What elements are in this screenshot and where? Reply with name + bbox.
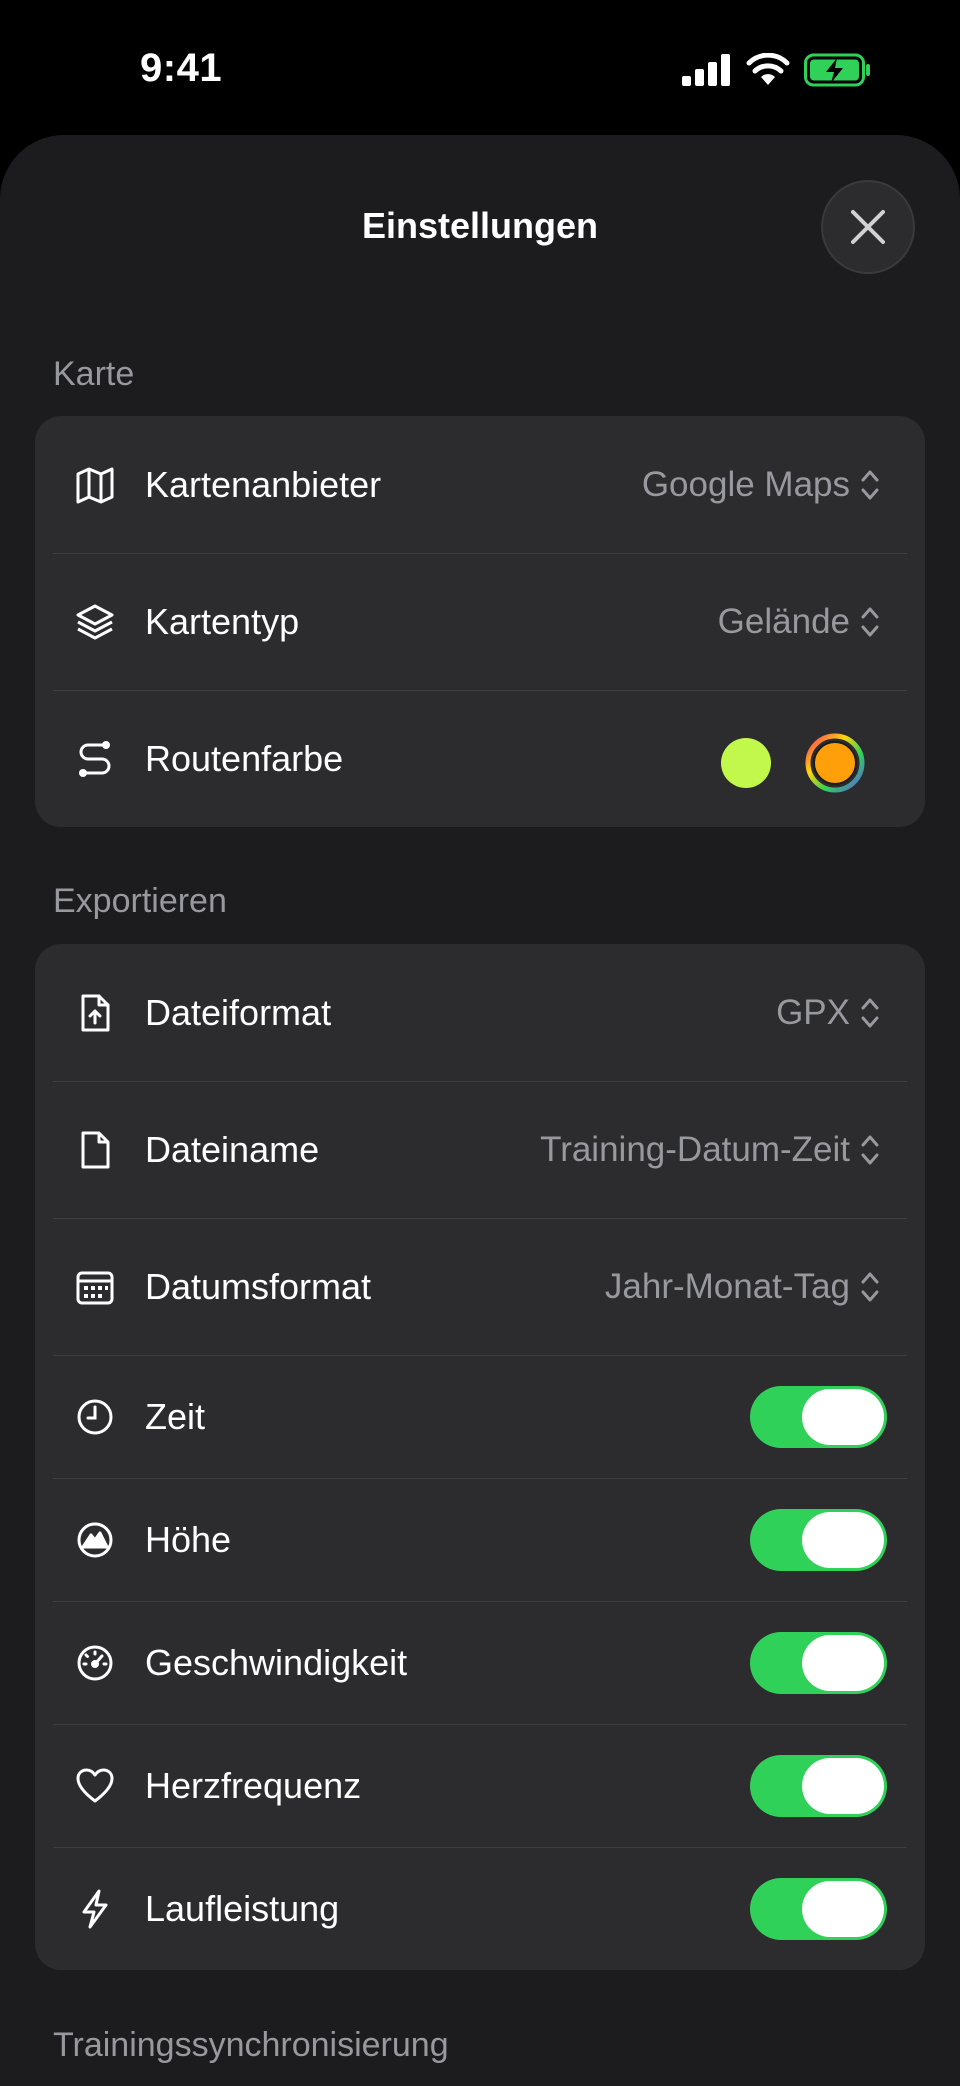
- status-icons: [682, 50, 872, 90]
- speedometer-icon: [75, 1643, 115, 1683]
- heart-icon: [75, 1766, 115, 1806]
- section-header-map: Karte: [53, 355, 135, 393]
- row-date-format[interactable]: Datumsformat Jahr-Monat-Tag: [35, 1218, 925, 1355]
- sheet-title: Einstellungen: [361, 205, 599, 246]
- cellular-signal-icon: [682, 54, 730, 86]
- section-header-sync: Trainingssynchronisierung: [53, 2026, 449, 2064]
- row-speed: Geschwindigkeit: [35, 1601, 925, 1724]
- row-heart-rate: Herzfrequenz: [35, 1724, 925, 1847]
- row-file-name[interactable]: Dateiname Training-Datum-Zeit: [35, 1081, 925, 1218]
- chevron-up-down-icon: [861, 998, 879, 1027]
- map-icon: [75, 465, 115, 505]
- running-power-toggle[interactable]: [750, 1877, 887, 1940]
- route-icon: [75, 739, 115, 779]
- row-file-format[interactable]: Dateiformat GPX: [35, 944, 925, 1081]
- document-icon: [75, 1130, 115, 1170]
- route-color-swatch[interactable]: [721, 738, 771, 788]
- bolt-icon: [75, 1889, 115, 1929]
- chevron-up-down-icon: [861, 1272, 879, 1301]
- row-label: Datumsformat: [145, 1265, 372, 1307]
- wifi-icon: [746, 53, 790, 85]
- row-value: Training-Datum-Zeit: [540, 1129, 850, 1169]
- date-format-select[interactable]: Jahr-Monat-Tag: [605, 1267, 880, 1307]
- calendar-icon: [75, 1267, 115, 1307]
- color-picker-button[interactable]: [805, 733, 865, 793]
- chevron-up-down-icon: [861, 607, 879, 636]
- time-toggle[interactable]: [750, 1385, 887, 1448]
- elevation-icon: [75, 1520, 115, 1560]
- row-value: Jahr-Monat-Tag: [604, 1266, 850, 1306]
- row-label: Geschwindigkeit: [145, 1641, 408, 1683]
- row-map-provider[interactable]: Kartenanbieter Google Maps: [35, 416, 925, 553]
- status-bar: 9:41: [0, 0, 960, 135]
- row-time: Zeit: [35, 1355, 925, 1478]
- close-button[interactable]: [821, 180, 915, 274]
- export-settings-group: Dateiformat GPX Dateiname Training-Datum…: [35, 944, 925, 1970]
- row-label: Laufleistung: [145, 1887, 340, 1929]
- map-provider-select[interactable]: Google Maps: [642, 465, 880, 505]
- row-value: GPX: [776, 992, 850, 1032]
- close-icon: [851, 210, 885, 244]
- elevation-toggle[interactable]: [750, 1508, 887, 1571]
- speed-toggle[interactable]: [750, 1631, 887, 1694]
- clock-icon: [75, 1397, 115, 1437]
- battery-charging-icon: [804, 53, 870, 87]
- file-format-select[interactable]: GPX: [776, 993, 880, 1033]
- heart-rate-toggle[interactable]: [750, 1754, 887, 1817]
- row-label: Zeit: [145, 1395, 206, 1437]
- row-label: Routenfarbe: [145, 737, 344, 779]
- file-name-select[interactable]: Training-Datum-Zeit: [540, 1130, 880, 1170]
- section-header-export: Exportieren: [53, 882, 227, 920]
- row-running-power: Laufleistung: [35, 1847, 925, 1970]
- row-label: Kartentyp: [145, 600, 300, 642]
- map-type-select[interactable]: Gelände: [718, 602, 880, 642]
- file-export-icon: [75, 993, 115, 1033]
- layers-icon: [75, 602, 115, 642]
- settings-sheet: Einstellungen Karte Kartenanbieter Googl…: [0, 135, 960, 2086]
- row-map-type[interactable]: Kartentyp Gelände: [35, 553, 925, 690]
- chevron-up-down-icon: [861, 1135, 879, 1164]
- row-label: Dateiname: [145, 1128, 320, 1170]
- row-label: Herzfrequenz: [145, 1764, 362, 1806]
- row-label: Dateiformat: [145, 991, 332, 1033]
- row-label: Höhe: [145, 1518, 232, 1560]
- status-time: 9:41: [140, 46, 223, 90]
- row-route-color: Routenfarbe: [35, 690, 925, 827]
- row-elevation: Höhe: [35, 1478, 925, 1601]
- row-label: Kartenanbieter: [145, 463, 382, 505]
- chevron-up-down-icon: [861, 470, 879, 499]
- row-value: Google Maps: [641, 464, 850, 504]
- row-value: Gelände: [717, 601, 850, 641]
- map-settings-group: Kartenanbieter Google Maps Kartentyp Gel…: [35, 416, 925, 827]
